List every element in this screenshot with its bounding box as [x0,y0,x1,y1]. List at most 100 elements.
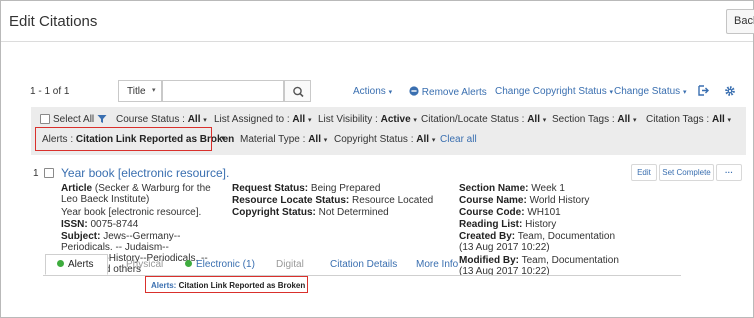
tab-alerts[interactable]: Alerts [45,254,108,275]
course-name-label: Course Name: [459,195,527,206]
resource-locate-value: Resource Located [352,195,434,206]
filter-label: List Assigned to : [214,114,290,125]
issn-value: 0075-8744 [90,219,139,230]
select-all-label: Select All [53,114,95,125]
reading-list-label: Reading List: [459,219,523,230]
filter-value: All [617,114,631,125]
modified-by: Modified By: Team, Documentation (13 Aug… [459,255,624,277]
request-status-value: Being Prepared [310,183,381,194]
header-divider [1,41,753,42]
select-all-checkbox[interactable] [40,114,50,124]
record-title-text: Year book [electronic resource]. [61,207,202,218]
search-icon [293,86,304,98]
request-status-label: Request Status: [232,183,309,194]
filter-citation-locate-status[interactable]: Citation/Locate Status : All ▾ [421,114,546,125]
set-complete-button[interactable]: Set Complete [659,164,714,181]
filter-value: All [416,134,430,145]
filter-copyright-status[interactable]: Copyright Status : All ▾ [334,134,435,145]
filter-section-tags[interactable]: Section Tags : All ▾ [552,114,637,125]
page-title: Edit Citations [9,13,98,30]
caret-down-icon: ▾ [542,117,547,124]
caret-down-icon: ▾ [609,89,614,96]
copyright-status: Copyright Status: Not Determined [232,207,389,218]
request-status: Request Status: Being Prepared [232,183,380,194]
remove-alerts-button[interactable]: Remove Alerts [409,86,487,98]
actions-label: Actions [353,86,386,97]
tab-digital[interactable]: Digital [276,259,304,270]
created-by: Created By: Team, Documentation (13 Aug … [459,231,624,253]
edit-button[interactable]: Edit [631,164,657,181]
filter-value: All [527,114,540,125]
filter-label: List Visibility : [318,114,378,125]
created-by-label: Created By: [459,231,516,242]
result-count: 1 - 1 of 1 [30,86,70,97]
tab-citation-details[interactable]: Citation Details [330,259,397,270]
search-field-select[interactable]: Title ▾ [118,80,162,102]
filter-value: Active [380,114,411,125]
tab-more-info[interactable]: More Info [416,259,458,270]
course-name-value: World History [529,195,590,206]
remove-alerts-label: Remove Alerts [421,87,487,98]
caret-down-icon: ▾ [388,89,393,96]
record-checkbox[interactable] [44,168,54,178]
filter-label: Material Type : [240,134,306,145]
filter-label: Course Status : [116,114,185,125]
record-title-link[interactable]: Year book [electronic resource]. [61,166,229,180]
filter-value: All [187,114,201,125]
clear-all-link[interactable]: Clear all [440,134,477,145]
section-name-value: Week 1 [531,183,565,194]
search-button[interactable] [284,80,311,102]
filter-material-type[interactable]: Material Type : All ▾ [240,134,327,145]
filter-citation-tags[interactable]: Citation Tags : All ▾ [646,114,731,125]
tab-electronic[interactable]: Electronic (1) [185,259,255,270]
search-input[interactable] [162,80,284,102]
course-code-label: Course Code: [459,207,525,218]
subject-label: Subject: [61,231,101,242]
issn-label: ISSN: [61,219,88,230]
copyright-status-value: Not Determined [318,207,389,218]
record-issn: ISSN: 0075-8744 [61,219,138,230]
caret-down-icon: ▾ [727,117,732,124]
caret-down-icon: ▾ [632,117,637,124]
course-code-value: WH101 [527,207,561,218]
change-status-menu[interactable]: Change Status ▾ [614,86,686,97]
resource-locate-status: Resource Locate Status: Resource Located [232,195,433,206]
tab-physical[interactable]: Physical [126,259,163,270]
record-type-label: Article [61,183,93,194]
filter-value: All [711,114,725,125]
filter-icon [97,115,107,123]
search-field-value: Title [127,86,146,97]
status-dot-icon [57,260,64,267]
filter-course-status[interactable]: Course Status : All ▾ [116,114,207,125]
course-code: Course Code: WH101 [459,207,561,218]
reading-list: Reading List: History [459,219,556,230]
filter-label: Copyright Status : [334,134,414,145]
record-index: 1 [33,168,39,179]
back-button[interactable]: Back [726,9,754,34]
actions-menu[interactable]: Actions ▾ [353,86,392,97]
section-name-label: Section Name: [459,183,529,194]
status-dot-icon [185,260,192,267]
export-icon[interactable] [697,84,710,97]
filter-value: All [308,134,321,145]
caret-down-icon: ▾ [203,117,207,124]
gear-icon[interactable] [724,85,736,97]
filter-value: All [292,114,306,125]
filter-list-assigned[interactable]: List Assigned to : All ▾ [214,114,311,125]
caret-down-icon: ▾ [307,117,312,124]
tab-alerts-label: Alerts [68,259,94,270]
resource-locate-label: Resource Locate Status: [232,195,350,206]
filter-label: Citation/Locate Status : [421,114,525,125]
course-name: Course Name: World History [459,195,589,206]
modified-by-label: Modified By: [459,255,519,266]
filter-list-visibility[interactable]: List Visibility : Active ▾ [318,114,417,125]
change-copyright-status-menu[interactable]: Change Copyright Status ▾ [495,86,613,97]
chevron-down-icon: ▾ [152,87,156,94]
remove-circle-icon [409,86,419,96]
alerts-filter-highlight [35,127,212,151]
more-options-button[interactable]: ··· [716,164,742,181]
tab-electronic-label: Electronic (1) [196,259,255,270]
caret-down-icon: ▾ [682,89,687,96]
alerts-caret-down-icon[interactable]: ▾ [221,134,225,142]
alert-message-highlight [145,276,308,293]
